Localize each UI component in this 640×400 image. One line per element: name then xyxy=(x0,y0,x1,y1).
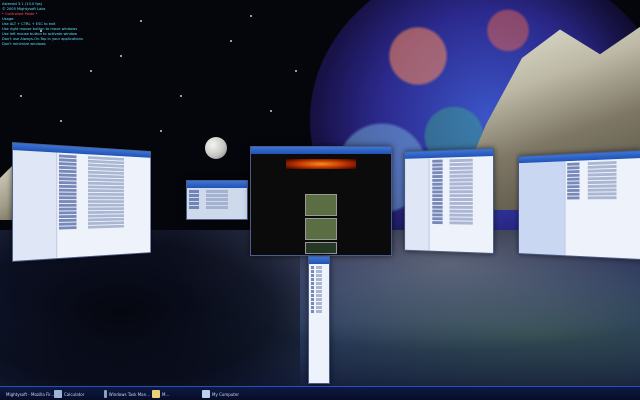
folder-icon xyxy=(152,390,160,398)
file-list[interactable] xyxy=(432,158,492,251)
moon xyxy=(205,137,227,159)
screenshot-thumbnail[interactable] xyxy=(305,194,337,216)
file-list[interactable] xyxy=(58,154,149,257)
hud-line-minimize: Don't minimize windows xyxy=(2,42,46,46)
window-titlebar[interactable] xyxy=(251,147,391,154)
my-computer-window[interactable] xyxy=(518,150,640,260)
drive-list[interactable] xyxy=(566,160,640,257)
folder-tree[interactable] xyxy=(405,158,430,251)
taskbar-item-my-computer[interactable]: My Computer xyxy=(202,388,254,400)
window-titlebar[interactable] xyxy=(309,257,329,264)
taskbar-item-label: Mightysoft - Mozilla Fir... xyxy=(6,391,55,397)
task-manager-icon xyxy=(104,390,107,398)
task-pane[interactable] xyxy=(519,161,566,256)
taskbar-item-calculator[interactable]: Calculator xyxy=(54,388,102,400)
hud-overlay: Asteroid 3.1 (13.0 fps) © 2005 Mightysof… xyxy=(2,2,132,47)
task-manager-window[interactable] xyxy=(308,256,330,384)
explorer-window-left[interactable] xyxy=(12,142,151,262)
taskbar: Mightysoft - Mozilla Fir... Calculator W… xyxy=(0,386,640,400)
screenshot-thumbnail[interactable] xyxy=(305,218,337,240)
taskbar-item-label: M... xyxy=(162,391,170,397)
explorer-window-middle-right[interactable] xyxy=(404,148,494,254)
webpage-content[interactable] xyxy=(251,154,391,255)
calculator-icon xyxy=(54,390,62,398)
taskbar-item-label: My Computer xyxy=(212,391,239,397)
window-titlebar[interactable] xyxy=(187,181,247,188)
process-list[interactable] xyxy=(311,266,327,381)
3d-desktop-scene: Asteroid 3.1 (13.0 fps) © 2005 Mightysof… xyxy=(0,0,640,400)
site-banner xyxy=(286,159,356,169)
browser-window[interactable] xyxy=(250,146,392,256)
computer-icon xyxy=(202,390,210,398)
taskbar-item-label: Calculator xyxy=(64,391,85,397)
taskbar-item-mozilla[interactable]: Mightysoft - Mozilla Fir... xyxy=(4,388,55,400)
folder-tree[interactable] xyxy=(12,150,57,261)
screenshot-thumbnail[interactable] xyxy=(305,242,337,254)
taskbar-item-folder[interactable]: M... xyxy=(152,388,192,400)
taskbar-item-task-manager[interactable]: Windows Task Man... xyxy=(104,388,150,400)
taskbar-item-label: Windows Task Man... xyxy=(108,391,150,397)
calculator-body[interactable] xyxy=(189,190,245,217)
calculator-window[interactable] xyxy=(186,180,248,220)
